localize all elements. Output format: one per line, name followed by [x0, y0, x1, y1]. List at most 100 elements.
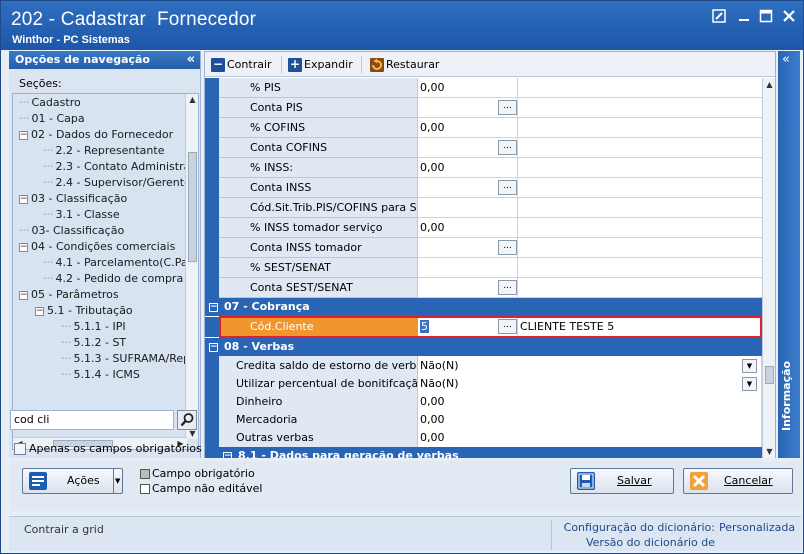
field-value[interactable]: Não(N): [418, 356, 762, 376]
field-label: Conta INSS: [219, 178, 418, 198]
field-label: Utilizar percentual de bonitifcação por: [219, 374, 418, 394]
field-value[interactable]: 0,00: [418, 410, 762, 430]
tree-item-label: 05 - Parâmetros: [31, 288, 119, 301]
grid-scroll-thumb[interactable]: [765, 366, 774, 384]
tree-vertical-scrollbar[interactable]: ▲ ▼: [185, 94, 198, 439]
group-header-dados-verbas[interactable]: −8.1 - Dados para geração de verbas: [205, 447, 762, 458]
maximize-icon[interactable]: [758, 9, 774, 25]
tree-scroll-thumb[interactable]: [188, 152, 197, 262]
tree-item[interactable]: ··· Cadastro: [19, 95, 81, 111]
field-value[interactable]: [418, 258, 518, 278]
tree-item[interactable]: −5.1 - Tributação: [35, 303, 133, 319]
tree-item[interactable]: ··· 3.1 - Classe: [43, 207, 120, 223]
field-value[interactable]: 0,00: [418, 78, 518, 98]
collapse-button[interactable]: − Contrair: [211, 56, 272, 73]
actions-button[interactable]: Ações: [22, 468, 122, 494]
restore-label: Restaurar: [386, 58, 440, 71]
group-title: 8.1 - Dados para geração de verbas: [238, 449, 459, 458]
tree-list: ··· Cadastro ··· 01 - Capa −02 - Dados do Fo…: [13, 94, 187, 439]
property-grid: % PIS 0,00 Conta PIS...% COFINS 0,00 Conta C…: [205, 78, 762, 458]
lookup-button[interactable]: ...: [498, 280, 517, 295]
lookup-button[interactable]: ...: [498, 180, 517, 195]
actions-icon: [29, 472, 47, 490]
scroll-down-icon[interactable]: ▼: [763, 447, 776, 456]
tree-connector: ···: [61, 368, 72, 381]
tree-item[interactable]: ··· 03- Classificação: [19, 223, 124, 239]
tree-item[interactable]: ··· 01 - Capa: [19, 111, 85, 127]
tree-item-label: Cadastro: [31, 96, 81, 109]
lookup-button[interactable]: ...: [498, 240, 517, 255]
group-header-cobranca[interactable]: −07 - Cobrança: [205, 298, 762, 316]
required-field-legend: Campo obrigatório: [152, 467, 255, 480]
lookup-button[interactable]: ...: [498, 140, 517, 155]
restore-button[interactable]: Restaurar: [370, 56, 439, 73]
tree-item[interactable]: ···2.3 - Contato Administrativo: [43, 159, 187, 175]
tree-item[interactable]: ··· 4.2 - Pedido de compra: [43, 271, 183, 287]
tree-connector: ···: [43, 208, 54, 221]
row-gutter: [205, 428, 219, 448]
tree-item[interactable]: ··· 2.4 - Supervisor/Gerente: [43, 175, 187, 191]
field-value[interactable]: Não(N): [418, 374, 762, 394]
title-bar: 202 - Cadastrar Fornecedor Winthor - PC …: [1, 1, 803, 50]
field-extra: [518, 78, 762, 98]
tree-toggle-icon[interactable]: −: [19, 130, 28, 140]
expand-button[interactable]: + Expandir: [288, 56, 353, 73]
chevron-down-icon[interactable]: ▼: [742, 359, 757, 373]
save-icon: [577, 472, 595, 490]
tree-item[interactable]: −05 - Parâmetros: [19, 287, 119, 303]
close-icon[interactable]: [781, 9, 797, 25]
tree-toggle-icon[interactable]: −: [19, 290, 28, 300]
field-value[interactable]: [418, 198, 518, 218]
tree-item[interactable]: −02 - Dados do Fornecedor: [19, 127, 173, 143]
tree-item[interactable]: −04 - Condições comerciais: [19, 239, 175, 255]
tree-toggle-icon[interactable]: −: [19, 194, 28, 204]
group-header-verbas[interactable]: −08 - Verbas: [205, 338, 762, 356]
field-value[interactable]: 0,00: [418, 392, 762, 412]
plus-icon: +: [288, 57, 302, 72]
scroll-up-icon[interactable]: ▲: [186, 95, 198, 104]
tree-toggle-icon[interactable]: −: [35, 306, 44, 316]
lookup-button[interactable]: ...: [498, 100, 517, 115]
group-title: 08 - Verbas: [224, 340, 295, 353]
tree-item[interactable]: ··· 5.1.4 - ICMS: [61, 367, 140, 383]
lookup-button[interactable]: ...: [498, 319, 517, 334]
search-button[interactable]: [177, 410, 197, 430]
group-toggle-icon[interactable]: −: [209, 302, 218, 312]
cancel-icon: [690, 472, 708, 490]
actions-dropdown-button[interactable]: ▼: [113, 468, 123, 494]
field-value[interactable]: 0,00: [418, 428, 762, 448]
cancel-button[interactable]: Cancelar: [683, 468, 793, 494]
actions-label: Ações: [67, 474, 100, 487]
field-label: Dinheiro: [219, 392, 418, 412]
field-label: Cód.Cliente: [219, 317, 418, 337]
edit-window-icon[interactable]: [711, 9, 727, 25]
tree-toggle-icon[interactable]: −: [19, 242, 28, 252]
group-toggle-icon[interactable]: −: [209, 342, 218, 352]
chevron-down-icon[interactable]: ▼: [742, 377, 757, 391]
tree-item-label: 5.1.2 - ST: [73, 336, 127, 349]
scroll-up-icon[interactable]: ▲: [763, 80, 776, 89]
collapse-left-icon[interactable]: «: [187, 51, 195, 69]
field-label: % PIS: [219, 78, 418, 98]
collapse-right-icon[interactable]: «: [782, 52, 790, 67]
group-toggle-icon[interactable]: −: [223, 451, 232, 458]
tree-item[interactable]: ··· 5.1.2 - ST: [61, 335, 126, 351]
save-button[interactable]: Salvar: [570, 468, 674, 494]
search-input[interactable]: cod cli: [10, 410, 174, 430]
tree-item[interactable]: ···5.1.3 - SUFRAMA/Repasse: [61, 351, 187, 367]
field-label: Conta INSS tomador: [219, 238, 418, 258]
tree-item[interactable]: ··· 5.1.1 - IPI: [61, 319, 126, 335]
tree-item[interactable]: ··· 2.2 - Representante: [43, 143, 164, 159]
information-label: Informação: [780, 360, 793, 431]
tree-item[interactable]: −03 - Classificação: [19, 191, 127, 207]
tree-item[interactable]: ···4.1 - Parcelamento(C.Pagar): [43, 255, 187, 271]
field-value[interactable]: 0,00: [418, 218, 518, 238]
field-value[interactable]: 0,00: [418, 158, 518, 178]
field-extra: [518, 198, 762, 218]
required-only-checkbox[interactable]: [14, 443, 26, 455]
grid-vertical-scrollbar[interactable]: ▲ ▼: [762, 78, 775, 458]
field-extra: [518, 238, 762, 258]
information-panel[interactable]: « Informação: [778, 51, 800, 458]
minimize-icon[interactable]: [736, 9, 752, 25]
field-value[interactable]: 0,00: [418, 118, 518, 138]
